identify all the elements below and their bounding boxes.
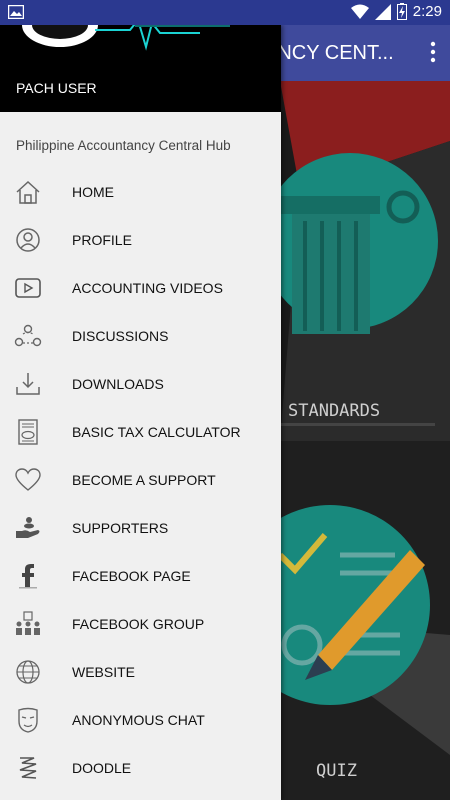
group-icon [16,611,40,635]
menu-label: ACCOUNTING VIDEOS [72,280,223,296]
divider [280,423,435,426]
menu-label: ANONYMOUS CHAT [72,712,205,728]
menu-item-become-a-support[interactable]: BECOME A SUPPORT [0,456,281,504]
menu-item-facebook-page[interactable]: FACEBOOK PAGE [0,552,281,600]
video-icon [15,278,41,298]
menu-label: SUPPORTERS [72,520,169,536]
profile-icon [16,228,40,252]
menu-item-accounting-videos[interactable]: ACCOUNTING VIDEOS [0,264,281,312]
menu-label: FACEBOOK GROUP [72,616,205,632]
menu-label: DISCUSSIONS [72,328,169,344]
app-title: ANCY CENT... [264,42,394,64]
status-bar: 2:29 [0,0,450,25]
navigation-drawer: PACH USER Philippine Accountancy Central… [0,25,281,800]
menu-item-downloads[interactable]: DOWNLOADS [0,360,281,408]
facebook-icon [19,564,37,589]
tax-calculator-icon [18,419,38,445]
user-name[interactable]: PACH USER [16,80,97,96]
card-quiz-label: QUIZ [316,761,357,781]
overflow-menu-icon[interactable] [430,41,436,63]
globe-icon [16,660,40,684]
card-standards-label: STANDARDS [288,401,381,421]
menu-item-anonymous-chat[interactable]: ANONYMOUS CHAT [0,696,281,744]
menu-label: BASIC TAX CALCULATOR [72,424,241,440]
clock: 2:29 [412,3,442,20]
quiz-illustration[interactable] [270,495,450,755]
discussion-icon [14,324,42,347]
wifi-icon [350,4,369,19]
supporters-icon [16,517,40,538]
app-subtitle: Philippine Accountancy Central Hub [16,138,231,153]
image-notification-icon [8,5,24,19]
menu-item-home[interactable]: HOME [0,168,281,216]
menu-label: DOODLE [72,760,132,776]
doodle-icon [19,757,37,779]
menu-label: DOWNLOADS [72,376,164,392]
menu-label: WEBSITE [72,664,136,680]
menu-item-basic-tax-calculator[interactable]: BASIC TAX CALCULATOR [0,408,281,456]
drawer-menu: HOME PROFILE ACCOUNTING VIDEOS DISCUSSIO… [0,168,281,792]
menu-label: HOME [72,184,114,200]
menu-item-website[interactable]: WEBSITE [0,648,281,696]
download-icon [16,373,40,395]
menu-item-discussions[interactable]: DISCUSSIONS [0,312,281,360]
header-banner [22,25,230,51]
menu-label: FACEBOOK PAGE [72,568,191,584]
drawer-header: PACH USER [0,25,281,112]
battery-icon [396,3,407,20]
heart-icon [15,468,41,491]
menu-item-profile[interactable]: PROFILE [0,216,281,264]
menu-item-facebook-group[interactable]: FACEBOOK GROUP [0,600,281,648]
home-icon [16,180,40,204]
signal-icon [374,3,391,20]
mask-icon [18,707,38,733]
menu-item-supporters[interactable]: SUPPORTERS [0,504,281,552]
menu-label: BECOME A SUPPORT [72,472,216,488]
menu-label: PROFILE [72,232,132,248]
menu-item-doodle[interactable]: DOODLE [0,744,281,792]
